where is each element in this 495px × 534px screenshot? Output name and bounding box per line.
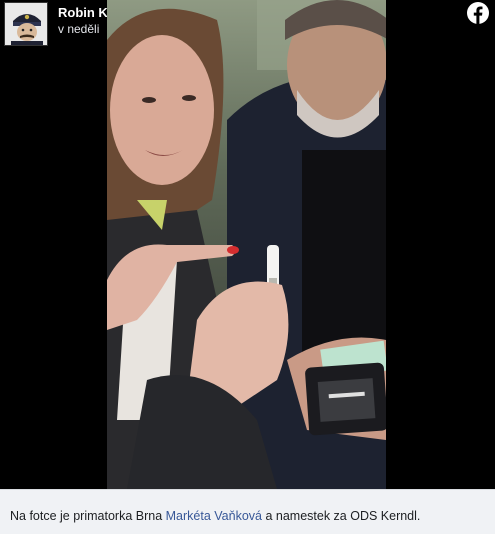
facebook-post: Robin Kvapil v neděli Na fotce je primat… <box>0 0 495 534</box>
avatar[interactable] <box>4 2 48 46</box>
post-caption: Na fotce je primatorka Brna Markéta Vaňk… <box>0 489 495 534</box>
caption-text-after: a namestek za ODS Kerndl. <box>261 509 421 523</box>
caption-text-before: Na fotce je primatorka Brna <box>10 509 166 523</box>
photo-image <box>107 0 386 489</box>
post-photo[interactable] <box>107 0 386 489</box>
facebook-icon[interactable] <box>467 2 489 24</box>
avatar-image <box>5 3 47 45</box>
tagged-person-link[interactable]: Markéta Vaňková <box>166 509 262 523</box>
post-timestamp[interactable]: v neděli <box>58 22 99 36</box>
